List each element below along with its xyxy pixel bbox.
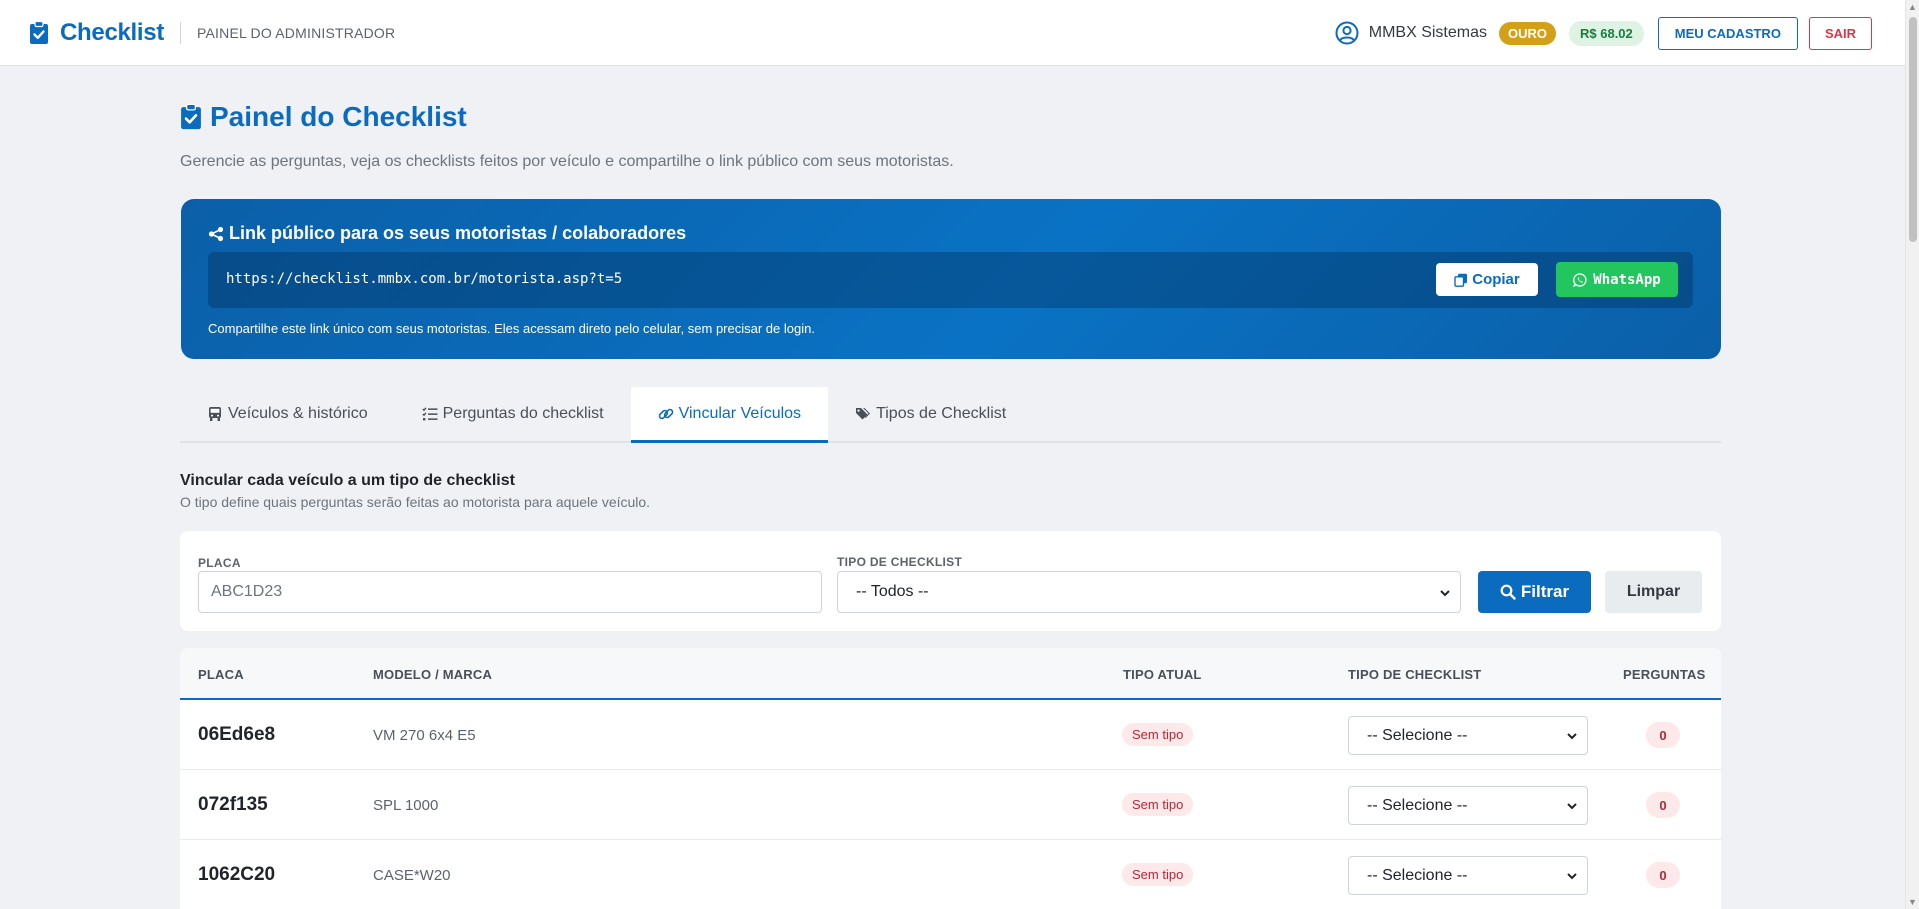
public-link-title: Link público para os seus motoristas / c… (208, 223, 686, 244)
section-subtitle: O tipo define quais perguntas serão feit… (180, 494, 651, 510)
tab-label: Veículos & histórico (228, 405, 368, 422)
placa-filter-input[interactable]: ABC1D23 (198, 571, 822, 613)
column-header-modelo: MODELO / MARCA (373, 667, 493, 682)
public-link-url[interactable]: https://checklist.mmbx.com.br/motorista.… (226, 271, 622, 287)
top-navbar: Checklist PAINEL DO ADMINISTRADOR MMBX S… (0, 0, 1905, 66)
table-header: PLACA MODELO / MARCA TIPO ATUAL TIPO DE … (180, 648, 1721, 700)
public-link-title-text: Link público para os seus motoristas / c… (229, 223, 687, 243)
scroll-down-arrow-icon[interactable]: ▼ (1908, 897, 1917, 907)
column-header-placa: PLACA (198, 667, 244, 682)
clipboard-check-icon (30, 20, 48, 44)
checklist-type-select-value: -- Selecione -- (1367, 866, 1468, 884)
filter-button-label: Filtrar (1520, 582, 1570, 601)
tab-checklist-types[interactable]: Tipos de Checklist (828, 387, 1033, 441)
questions-count-badge: 0 (1646, 722, 1680, 748)
column-header-tipo-atual: TIPO ATUAL (1123, 667, 1202, 682)
vehicle-plate: 072f135 (198, 794, 268, 815)
current-type-badge: Sem tipo (1122, 793, 1194, 816)
copy-link-label: Copiar (1472, 271, 1520, 288)
checklist-type-select-value: -- Selecione -- (1367, 796, 1468, 814)
current-type-badge: Sem tipo (1122, 723, 1194, 746)
whatsapp-share-button[interactable]: WhatsApp (1556, 262, 1678, 297)
checklist-type-select[interactable]: -- Selecione -- (1348, 856, 1588, 895)
questions-count-badge: 0 (1646, 792, 1680, 818)
public-link-box: https://checklist.mmbx.com.br/motorista.… (208, 252, 1693, 308)
vehicles-table: PLACA MODELO / MARCA TIPO ATUAL TIPO DE … (180, 648, 1721, 909)
chevron-down-icon (1567, 733, 1577, 740)
filter-button[interactable]: Filtrar (1478, 571, 1591, 613)
admin-tabs: Veículos & histórico Perguntas do checkl… (180, 387, 1721, 443)
copy-link-button[interactable]: Copiar (1436, 263, 1538, 296)
brand-subtitle: PAINEL DO ADMINISTRADOR (197, 24, 396, 41)
search-icon (1500, 584, 1516, 600)
clipboard-check-icon (181, 103, 201, 130)
placa-filter-label: PLACA (198, 556, 241, 570)
column-header-perguntas: PERGUNTAS (1623, 667, 1706, 682)
tab-link-vehicles[interactable]: Vincular Veículos (630, 387, 829, 443)
scrollbar-thumb[interactable] (1909, 17, 1917, 242)
table-row: 072f135 SPL 1000 Sem tipo -- Selecione -… (180, 770, 1721, 840)
link-icon (658, 408, 673, 419)
brand-name: Checklist (60, 18, 165, 46)
tipo-filter-value: -- Todos -- (856, 583, 929, 600)
brand-divider (180, 21, 182, 44)
truck-icon (209, 407, 221, 421)
copy-icon (1454, 273, 1468, 287)
vehicle-model: SPL 1000 (373, 797, 439, 814)
share-icon (208, 226, 224, 241)
page-scrollbar[interactable]: ▲ ▼ (1905, 0, 1919, 909)
tab-checklist-questions[interactable]: Perguntas do checklist (395, 387, 631, 441)
questions-count-badge: 0 (1646, 862, 1680, 888)
column-header-tipo-checklist: TIPO DE CHECKLIST (1348, 667, 1482, 682)
public-link-note: Compartilhe este link único com seus mot… (208, 321, 815, 336)
whatsapp-icon (1573, 272, 1587, 287)
tab-label: Perguntas do checklist (442, 405, 604, 422)
checklist-type-select[interactable]: -- Selecione -- (1348, 786, 1588, 825)
filter-card: PLACA ABC1D23 TIPO DE CHECKLIST -- Todos… (180, 531, 1721, 631)
whatsapp-share-label: WhatsApp (1593, 271, 1661, 288)
tags-icon (856, 408, 871, 420)
scroll-up-arrow-icon[interactable]: ▲ (1908, 2, 1917, 12)
brand[interactable]: Checklist (29, 19, 164, 47)
logout-button[interactable]: SAIR (1808, 16, 1872, 50)
chevron-down-icon (1440, 590, 1450, 597)
chevron-down-icon (1567, 873, 1577, 880)
page-description: Gerencie as perguntas, veja os checklist… (180, 153, 954, 170)
balance-badge: R$ 68.02 (1569, 20, 1644, 46)
vehicle-plate: 06Ed6e8 (198, 724, 276, 745)
my-profile-button[interactable]: MEU CADASTRO (1657, 16, 1798, 50)
page-title: Painel do Checklist (180, 101, 467, 133)
public-link-card: Link público para os seus motoristas / c… (181, 199, 1721, 359)
clear-button[interactable]: Limpar (1605, 571, 1702, 613)
vehicle-model: CASE*W20 (373, 867, 451, 884)
table-row: 1062C20 CASE*W20 Sem tipo -- Selecione -… (180, 840, 1721, 909)
tab-label: Tipos de Checklist (876, 405, 1007, 422)
user-circle-icon (1335, 21, 1359, 45)
current-type-badge: Sem tipo (1122, 863, 1194, 886)
page-title-text: Painel do Checklist (210, 101, 467, 132)
checklist-type-select[interactable]: -- Selecione -- (1348, 716, 1588, 755)
checklist-type-select-value: -- Selecione -- (1367, 726, 1468, 744)
tab-label: Vincular Veículos (678, 404, 802, 422)
tab-vehicles-history[interactable]: Veículos & histórico (180, 387, 395, 441)
user-area: MMBX Sistemas OURO R$ 68.02 MEU CADASTRO… (1335, 0, 1905, 66)
list-check-icon (421, 407, 438, 421)
user-name: MMBX Sistemas (1368, 24, 1487, 41)
chevron-down-icon (1567, 803, 1577, 810)
plan-badge: OURO (1499, 21, 1556, 45)
tipo-filter-label: TIPO DE CHECKLIST (837, 555, 963, 569)
vehicle-plate: 1062C20 (198, 864, 276, 885)
table-row: 06Ed6e8 VM 270 6x4 E5 Sem tipo -- Seleci… (180, 700, 1721, 770)
tipo-filter-select[interactable]: -- Todos -- (837, 571, 1461, 613)
vehicle-model: VM 270 6x4 E5 (373, 727, 476, 744)
section-title: Vincular cada veículo a um tipo de check… (180, 472, 515, 489)
